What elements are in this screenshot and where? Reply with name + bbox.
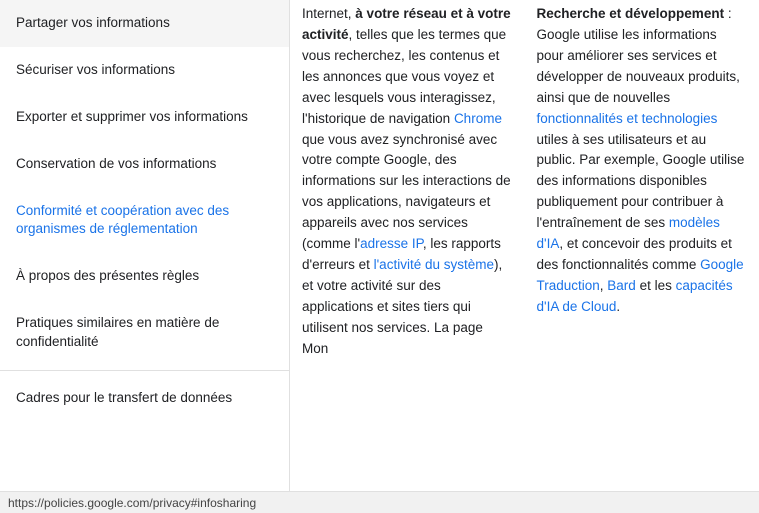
col1-text-chrome-after: que vous avez synchronisé avec votre com…: [302, 132, 511, 252]
content-col-1: Internet, à votre réseau et à votre acti…: [290, 0, 525, 491]
sidebar-item-label: Partager vos informations: [16, 15, 170, 30]
sidebar-item-label: Exporter et supprimer vos informations: [16, 109, 248, 124]
sidebar-item-conformite[interactable]: Conformité et coopération avec des organ…: [0, 188, 289, 254]
main-container: Partager vos informations Sécuriser vos …: [0, 0, 759, 491]
sidebar-item-label: Cadres pour le transfert de données: [16, 390, 232, 405]
statusbar: https://policies.google.com/privacy#info…: [0, 491, 759, 513]
sidebar-item-label: Conformité et coopération avec des organ…: [16, 203, 229, 237]
sidebar-item-conservation[interactable]: Conservation de vos informations: [0, 141, 289, 188]
link-fonctionnalites[interactable]: fonctionnalités et technologies: [537, 111, 718, 126]
content-area: Internet, à votre réseau et à votre acti…: [290, 0, 759, 491]
col2-text-5: et les: [636, 278, 676, 293]
sidebar-item-securiser[interactable]: Sécuriser vos informations: [0, 47, 289, 94]
sidebar-item-label: Conservation de vos informations: [16, 156, 216, 171]
sidebar[interactable]: Partager vos informations Sécuriser vos …: [0, 0, 290, 491]
col2-paragraph: Recherche et développement : Google util…: [537, 4, 748, 318]
sidebar-item-partager[interactable]: Partager vos informations: [0, 0, 289, 47]
col2-text-6: .: [616, 299, 620, 314]
content-col-2: Recherche et développement : Google util…: [525, 0, 759, 491]
sidebar-item-label: À propos des présentes règles: [16, 268, 199, 283]
col2-title-bold: Recherche et développement: [537, 6, 725, 21]
sidebar-item-label: Pratiques similaires en matière de confi…: [16, 315, 219, 349]
link-activite-systeme[interactable]: l'activité du système: [374, 257, 494, 272]
col1-text-internet: Internet,: [302, 6, 355, 21]
sidebar-item-apropos[interactable]: À propos des présentes règles: [0, 253, 289, 300]
statusbar-url: https://policies.google.com/privacy#info…: [8, 496, 256, 510]
link-adresse-ip[interactable]: adresse IP: [360, 236, 423, 251]
sidebar-item-cadres[interactable]: Cadres pour le transfert de données: [0, 375, 289, 422]
sidebar-item-label: Sécuriser vos informations: [16, 62, 175, 77]
sidebar-item-exporter[interactable]: Exporter et supprimer vos informations: [0, 94, 289, 141]
link-chrome[interactable]: Chrome: [454, 111, 502, 126]
link-bard[interactable]: Bard: [607, 278, 636, 293]
col1-paragraph: Internet, à votre réseau et à votre acti…: [302, 4, 513, 360]
sidebar-divider: [0, 370, 289, 371]
sidebar-item-pratiques[interactable]: Pratiques similaires en matière de confi…: [0, 300, 289, 366]
